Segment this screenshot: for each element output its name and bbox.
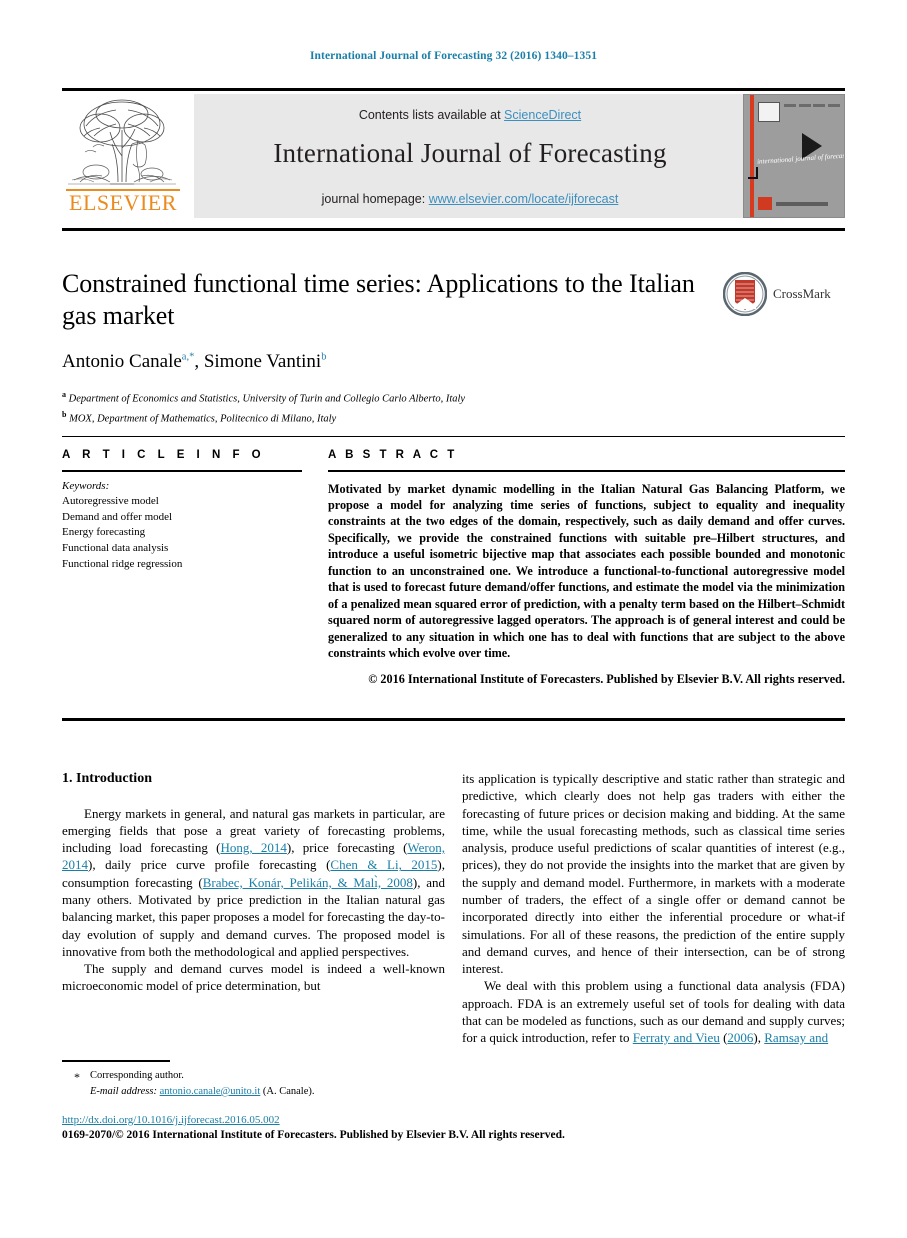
crossmark-label: CrossMark xyxy=(773,286,831,301)
masthead-panel: Contents lists available at ScienceDirec… xyxy=(194,94,746,218)
body-column-right: its application is typically descriptive… xyxy=(462,770,845,1047)
keyword-item: Functional data analysis xyxy=(62,541,169,554)
citation-link[interactable]: Ferraty and Vieu xyxy=(633,1030,720,1045)
journal-homepage-link[interactable]: www.elsevier.com/locate/ijforecast xyxy=(429,192,619,206)
journal-homepage-line: journal homepage: www.elsevier.com/locat… xyxy=(194,192,746,206)
abstract-bottom-rule xyxy=(62,718,845,721)
body-column-left: 1. Introduction Energy markets in genera… xyxy=(62,770,445,995)
abstract-body: Motivated by market dynamic modelling in… xyxy=(328,481,845,661)
article-header: Constrained functional time series: Appl… xyxy=(62,268,722,428)
corresponding-author-marker: * xyxy=(74,1070,80,1084)
abstract-column: A B S T R A C T Motivated by market dyna… xyxy=(328,449,845,687)
journal-title: International Journal of Forecasting xyxy=(273,138,667,168)
affiliation-b-text: MOX, Department of Mathematics, Politecn… xyxy=(69,413,337,425)
email-owner: (A. Canale). xyxy=(262,1085,315,1097)
citation-link[interactable]: 2006 xyxy=(727,1030,753,1045)
footnote-rule xyxy=(62,1060,170,1062)
journal-article-page: International Journal of Forecasting 32 … xyxy=(0,0,907,1238)
abstract-heading: A B S T R A C T xyxy=(328,449,458,461)
affiliation-a-marker: a xyxy=(62,390,66,400)
affiliation-b-marker: b xyxy=(62,410,67,420)
abstract-top-rule xyxy=(62,436,845,437)
keyword-item: Energy forecasting xyxy=(62,526,146,539)
citation-link[interactable]: Ramsay and xyxy=(764,1030,828,1045)
doi-link[interactable]: http://dx.doi.org/10.1016/j.ijforecast.2… xyxy=(62,1114,280,1126)
footnote-block: * Corresponding author. E-mail address: … xyxy=(62,1068,445,1100)
cover-journal-script: international journal of forecasting xyxy=(756,150,845,166)
author-marker-a: a,* xyxy=(181,352,195,364)
author-list: Antonio Canalea,*, Simone Vantinib xyxy=(62,351,327,373)
article-info-column: A R T I C L E I N F O Keywords: Autoregr… xyxy=(62,449,302,572)
crossmark-badge-group[interactable]: CrossMark xyxy=(723,272,845,316)
email-label: E-mail address: xyxy=(90,1085,157,1097)
cover-red-stripe xyxy=(750,95,754,217)
elsevier-logo: ELSEVIER xyxy=(62,94,184,218)
email-link[interactable]: antonio.canale@unito.it xyxy=(160,1086,261,1097)
corresponding-author-note: Corresponding author. xyxy=(90,1070,184,1081)
affiliation-a-text: Department of Economics and Statistics, … xyxy=(68,393,466,405)
paragraph-text: ), xyxy=(753,1030,765,1046)
paragraph-text: ), daily price curve profile forecasting… xyxy=(88,857,331,873)
affiliation-a: a Department of Economics and Statistics… xyxy=(62,388,722,408)
issn-copyright-line: 0169-2070/© 2016 International Institute… xyxy=(62,1129,565,1141)
crossmark-icon[interactable] xyxy=(723,272,767,316)
journal-masthead: ELSEVIER Contents lists available at Sci… xyxy=(62,94,845,222)
paragraph-left-1: Energy markets in general, and natural g… xyxy=(62,805,445,961)
page-title: Constrained functional time series: Appl… xyxy=(62,269,695,330)
affiliation-b: b MOX, Department of Mathematics, Polite… xyxy=(62,408,722,428)
elsevier-wordmark: ELSEVIER xyxy=(69,190,177,215)
paragraph-left-2: The supply and demand curves model is in… xyxy=(62,961,445,994)
keywords-block: Keywords: Autoregressive model Demand an… xyxy=(62,479,302,573)
masthead-top-rule xyxy=(62,88,845,91)
elsevier-tree-icon xyxy=(68,99,176,185)
article-info-heading: A R T I C L E I N F O xyxy=(62,449,266,461)
contents-lists-line: Contents lists available at ScienceDirec… xyxy=(194,108,746,122)
keyword-item: Autoregressive model xyxy=(62,495,159,508)
paragraph-right-1: its application is typically descriptive… xyxy=(462,771,845,977)
journal-cover-thumbnail: international journal of forecasting xyxy=(743,94,845,218)
article-info-underline xyxy=(62,470,302,472)
cover-publisher-text xyxy=(776,202,828,206)
running-head: International Journal of Forecasting 32 … xyxy=(309,50,598,62)
paragraph-text: ), price forecasting ( xyxy=(286,840,408,856)
sciencedirect-link[interactable]: ScienceDirect xyxy=(504,108,581,122)
cover-publisher-mark xyxy=(758,197,772,210)
abstract-underline xyxy=(328,470,845,472)
affiliation-list: a Department of Economics and Statistics… xyxy=(62,388,722,428)
masthead-bottom-rule xyxy=(62,228,845,231)
contents-prefix: Contents lists available at xyxy=(358,108,505,122)
homepage-prefix: journal homepage: xyxy=(321,192,429,206)
citation-link[interactable]: Chen & Li, 2015 xyxy=(330,857,437,872)
keyword-item: Functional ridge regression xyxy=(62,557,183,570)
citation-link[interactable]: Brabec, Konár, Pelikán, & Malı̀, 2008 xyxy=(203,875,413,890)
keywords-heading: Keywords: xyxy=(62,479,110,492)
email-note: E-mail address: antonio.canale@unito.it … xyxy=(90,1084,445,1100)
cover-tick-vertical xyxy=(756,167,758,179)
keyword-item: Demand and offer model xyxy=(62,510,173,523)
section-heading-introduction: 1. Introduction xyxy=(62,771,152,786)
abstract-copyright: © 2016 International Institute of Foreca… xyxy=(368,671,845,686)
paragraph-right-2: We deal with this problem using a functi… xyxy=(462,977,845,1046)
cover-elsevier-mark xyxy=(758,102,780,122)
author-marker-b: b xyxy=(321,352,327,364)
citation-link[interactable]: Hong, 2014 xyxy=(220,840,286,855)
cover-header-text xyxy=(784,104,840,109)
